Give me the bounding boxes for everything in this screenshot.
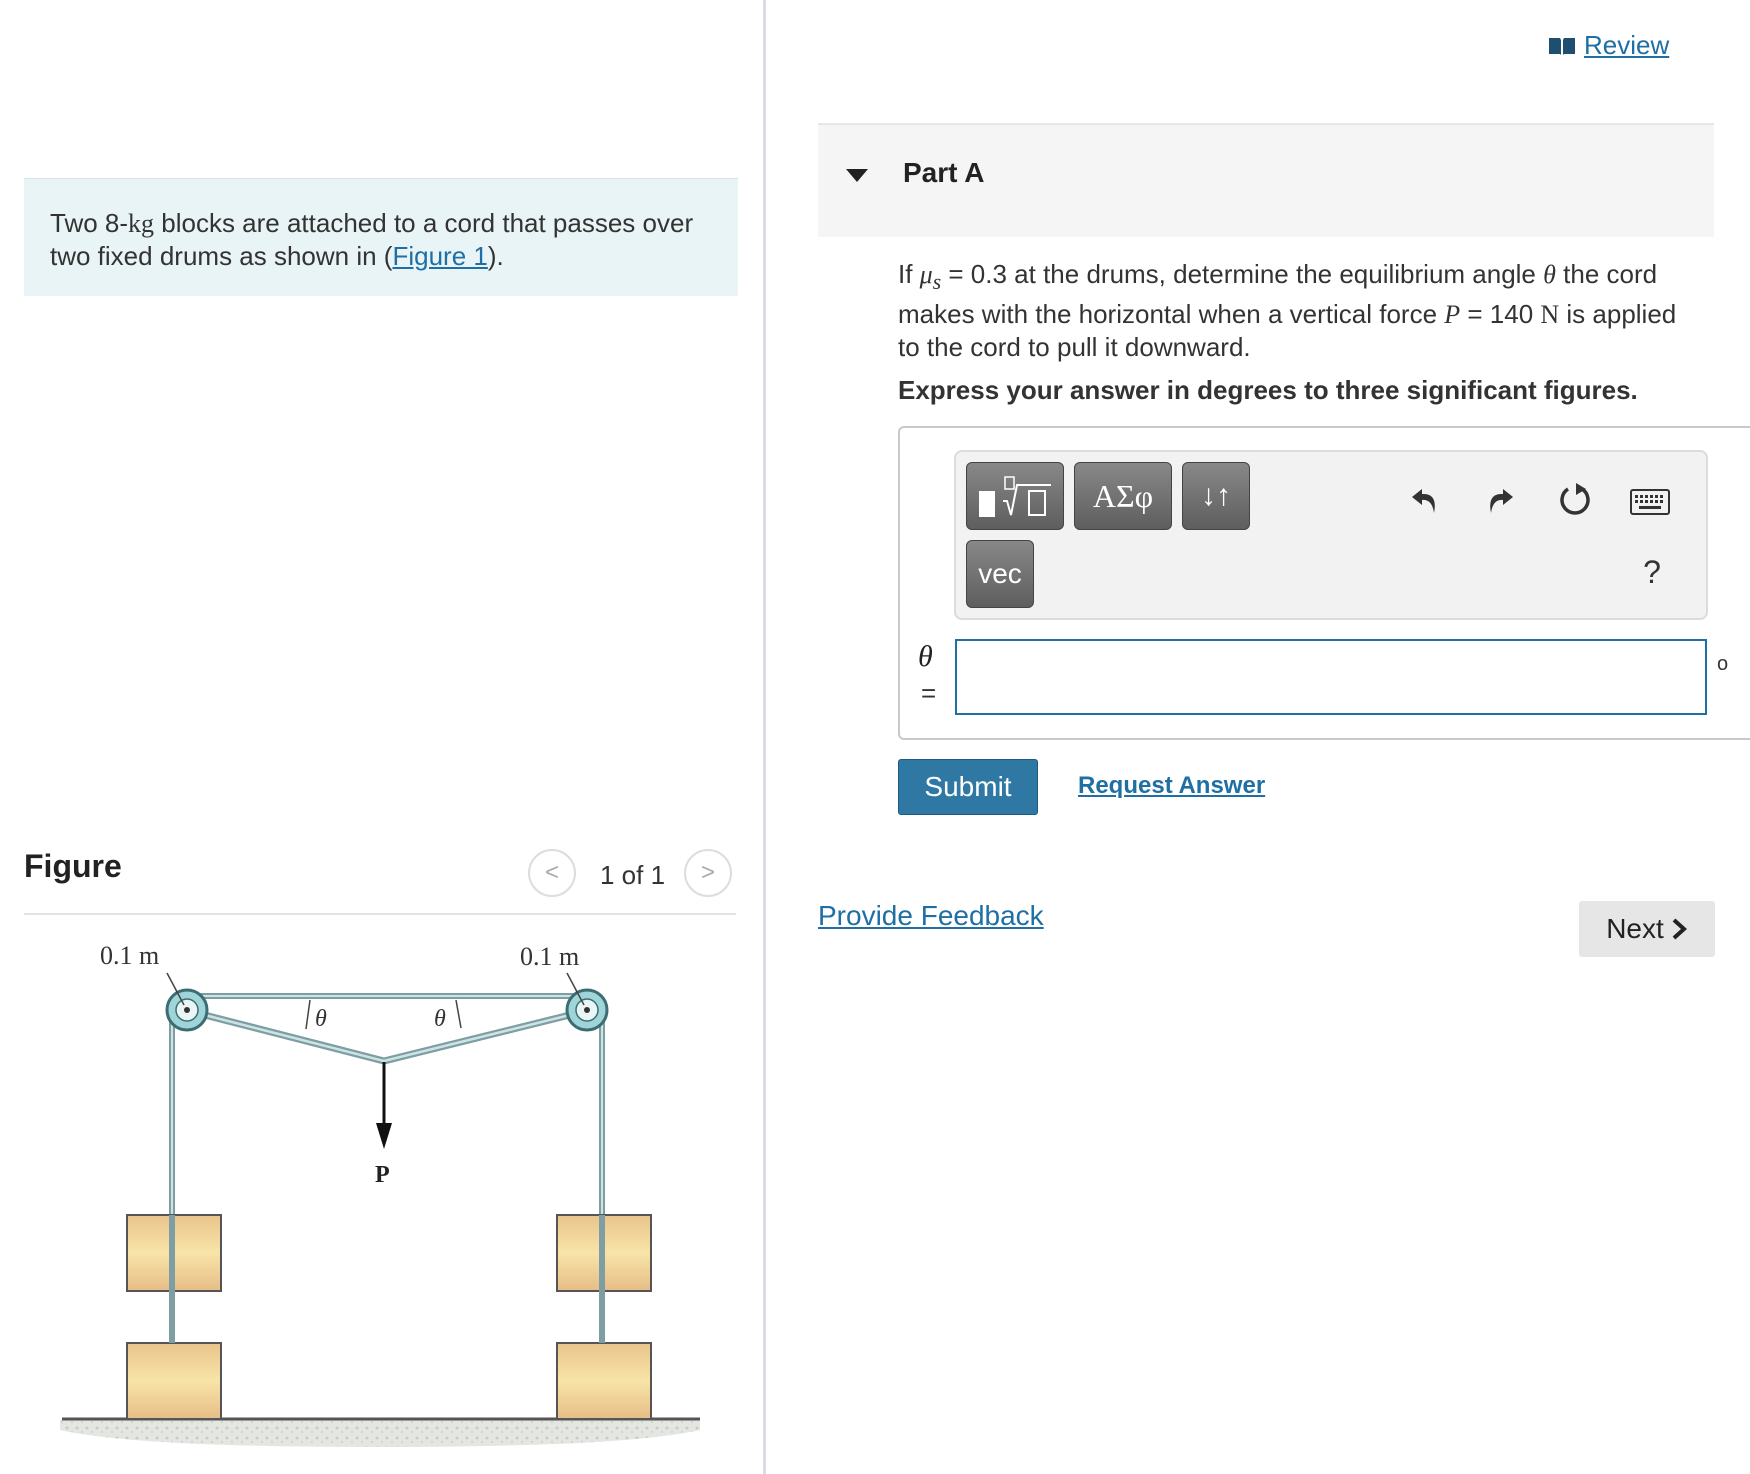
newton-unit: N bbox=[1540, 300, 1560, 330]
next-button[interactable]: Next bbox=[1579, 901, 1715, 957]
drum-left bbox=[165, 988, 209, 1032]
answer-equals: = bbox=[921, 678, 937, 708]
block-left-lower bbox=[126, 1342, 222, 1420]
figure-link[interactable]: Figure 1 bbox=[392, 241, 487, 271]
drum-right bbox=[565, 988, 609, 1032]
question-text: If μs = 0.3 at the drums, determine the … bbox=[898, 258, 1698, 363]
book-icon bbox=[1549, 37, 1575, 55]
angle-arrow-right bbox=[455, 999, 462, 1029]
figure-divider bbox=[24, 913, 736, 915]
figure-diagram: 0.1 m 0.1 m θ θ P bbox=[60, 941, 700, 1447]
keyboard-icon[interactable] bbox=[1626, 482, 1674, 522]
chevron-right-icon bbox=[1672, 918, 1687, 940]
figure-pager: 1 of 1 bbox=[600, 860, 666, 890]
help-icon[interactable]: ? bbox=[1632, 552, 1672, 592]
reset-icon[interactable] bbox=[1551, 476, 1599, 524]
angle-arrow-left bbox=[305, 999, 311, 1030]
label-right-radius: 0.1 m bbox=[520, 942, 579, 971]
answer-units: o bbox=[1717, 653, 1729, 675]
answer-input[interactable] bbox=[955, 639, 1707, 715]
chevron-left-icon: < bbox=[544, 859, 559, 886]
request-answer-link[interactable]: Request Answer bbox=[1078, 772, 1265, 800]
next-figure-button[interactable]: > bbox=[684, 849, 732, 897]
mu-subscript: s bbox=[932, 270, 942, 295]
part-a-header[interactable]: Part A bbox=[818, 123, 1714, 237]
label-theta-right: θ bbox=[434, 1006, 446, 1032]
cord-v-core bbox=[188, 1009, 587, 1063]
block-right-lower bbox=[556, 1342, 652, 1420]
review-link[interactable]: Review bbox=[1548, 30, 1669, 61]
theta-symbol: θ bbox=[1543, 260, 1556, 289]
templates-button[interactable] bbox=[966, 462, 1064, 530]
undo-icon[interactable] bbox=[1401, 476, 1449, 524]
mu-symbol: μ bbox=[919, 260, 933, 289]
prev-figure-button[interactable]: < bbox=[528, 849, 576, 897]
math-toolbar: ΑΣφ ↓↑ vec ? bbox=[954, 450, 1708, 620]
cord-v bbox=[188, 1007, 587, 1065]
chevron-right-icon: > bbox=[700, 859, 715, 886]
problem-text-3: ). bbox=[487, 241, 504, 271]
review-label[interactable]: Review bbox=[1584, 30, 1669, 61]
p-symbol: P bbox=[1444, 300, 1461, 330]
question-part: = 140 bbox=[1460, 299, 1541, 330]
question-part: If bbox=[898, 259, 920, 289]
redo-icon[interactable] bbox=[1476, 476, 1524, 524]
force-p-arrowhead bbox=[376, 1123, 392, 1149]
caret-down-icon[interactable] bbox=[846, 169, 868, 182]
label-force-p: P bbox=[375, 1162, 390, 1188]
problem-unit: kg bbox=[128, 209, 155, 238]
figure-title: Figure bbox=[24, 848, 122, 884]
vec-button[interactable]: vec bbox=[966, 540, 1034, 608]
next-label: Next bbox=[1606, 913, 1664, 944]
templates-icon bbox=[979, 476, 1051, 517]
problem-statement: Two 8-kg blocks are attached to a cord t… bbox=[24, 178, 738, 296]
part-a-title: Part A bbox=[903, 157, 985, 188]
label-theta-left: θ bbox=[315, 1006, 327, 1032]
ground bbox=[60, 1420, 700, 1447]
arrows-button[interactable]: ↓↑ bbox=[1182, 462, 1250, 530]
question-part: = 0.3 at the drums, determine the equili… bbox=[941, 259, 1544, 289]
submit-button[interactable]: Submit bbox=[898, 759, 1038, 815]
problem-text-1: Two 8- bbox=[50, 208, 129, 238]
column-divider bbox=[763, 0, 766, 1474]
greek-symbols-button[interactable]: ΑΣφ bbox=[1074, 462, 1172, 530]
provide-feedback-link[interactable]: Provide Feedback bbox=[818, 900, 1044, 932]
label-left-radius: 0.1 m bbox=[100, 941, 159, 970]
answer-instruction: Express your answer in degrees to three … bbox=[898, 375, 1638, 405]
answer-variable: θ bbox=[918, 640, 933, 673]
